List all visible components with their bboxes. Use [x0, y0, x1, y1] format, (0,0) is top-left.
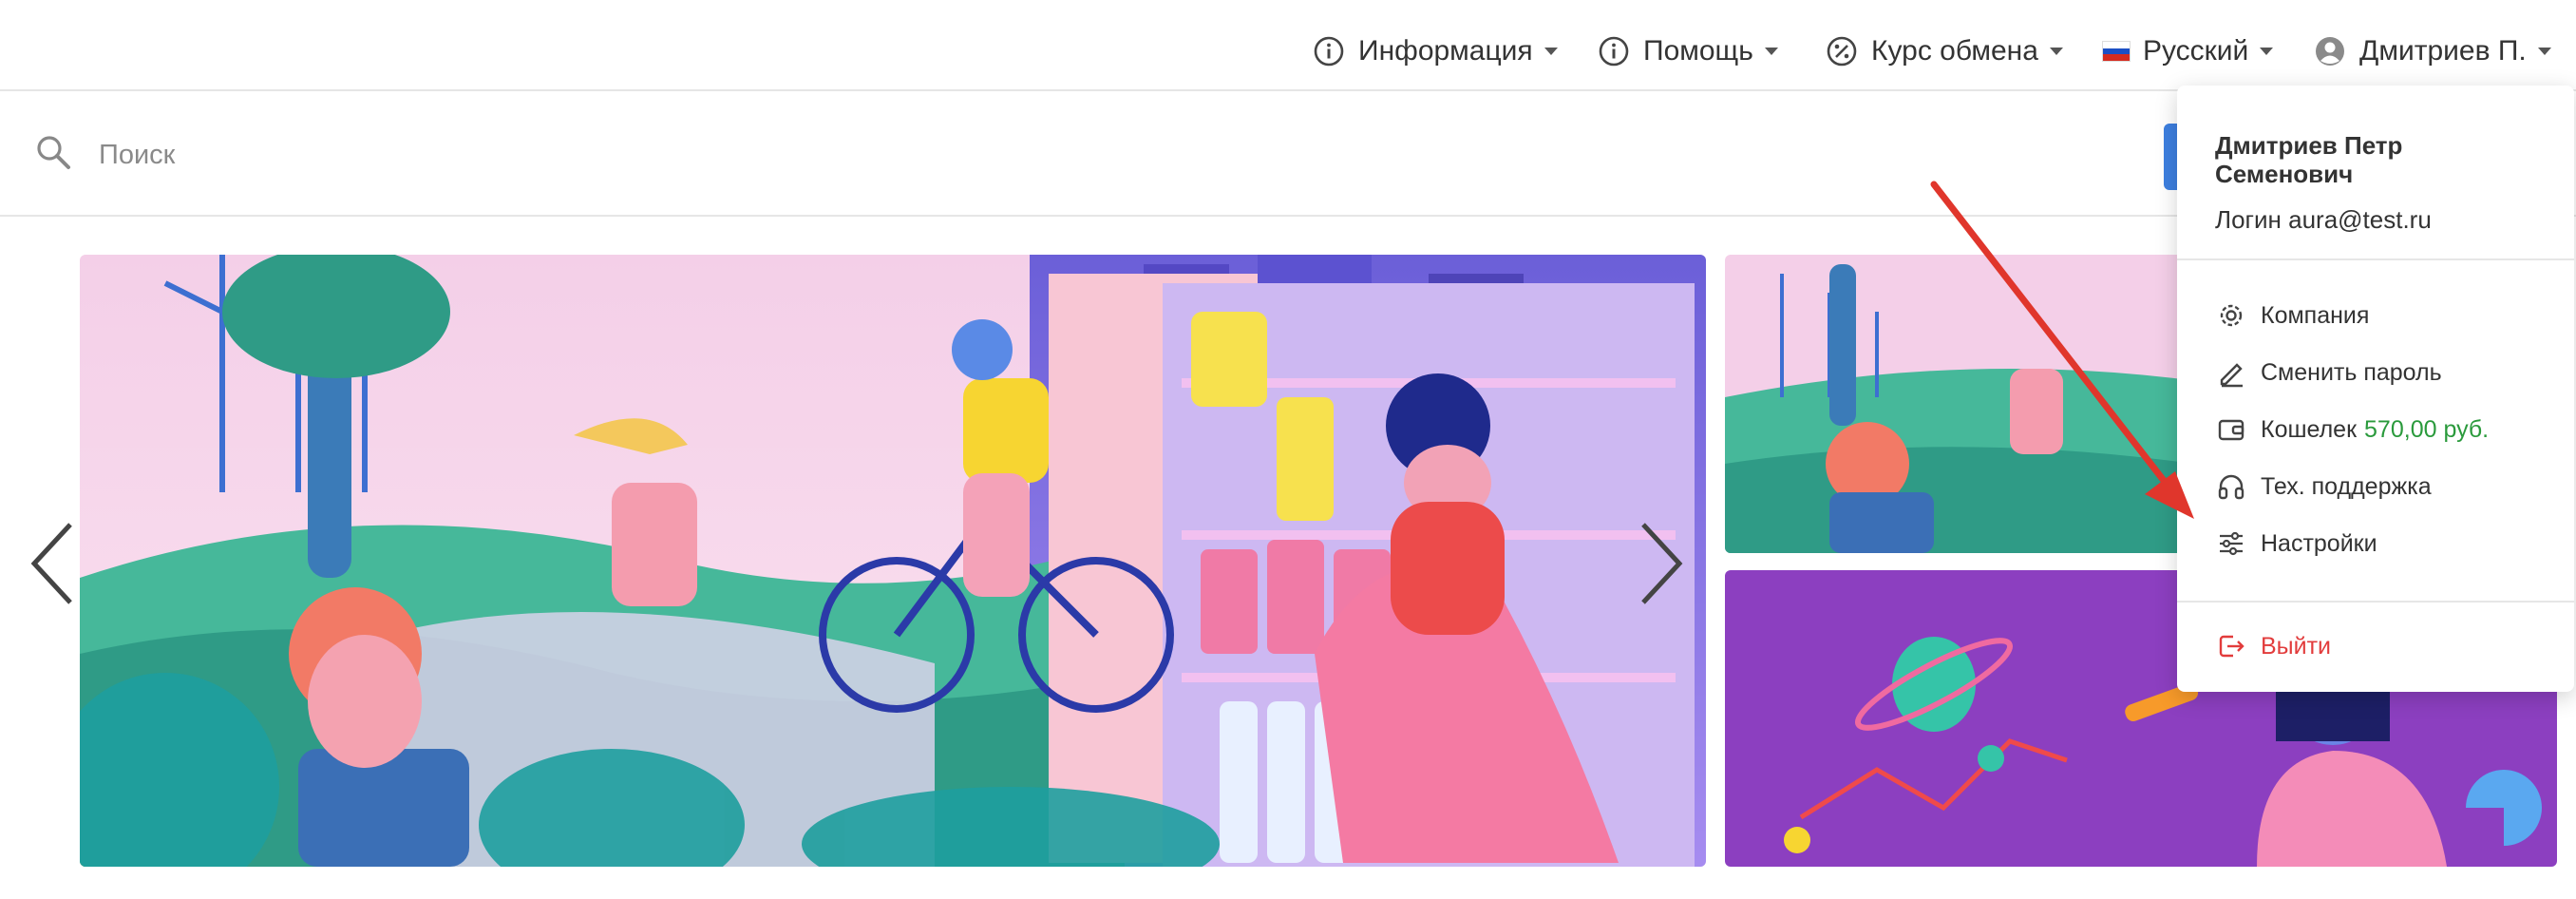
chevron-down-icon — [2260, 48, 2274, 55]
nav-exchange-menu[interactable]: Курс обмена — [1826, 29, 2063, 74]
menu-item-support[interactable]: Тех. поддержка — [2215, 464, 2432, 509]
nav-info-menu[interactable]: Информация — [1313, 29, 1558, 74]
user-full-name: Дмитриев Петр Семенович — [2215, 131, 2403, 188]
nav-language-label: Русский — [2143, 35, 2249, 67]
chevron-down-icon — [2537, 48, 2551, 55]
sliders-icon — [2215, 527, 2247, 560]
percent-circle-icon — [1826, 35, 1858, 67]
russian-flag-icon — [2103, 42, 2130, 62]
menu-item-settings[interactable]: Настройки — [2215, 521, 2377, 566]
wallet-icon — [2215, 413, 2247, 446]
nav-help-menu[interactable]: Помощь — [1598, 29, 1778, 74]
menu-item-logout[interactable]: Выйти — [2215, 623, 2331, 669]
nav-exchange-label: Курс обмена — [1871, 35, 2038, 67]
nav-help-label: Помощь — [1643, 35, 1753, 67]
pencil-icon — [2215, 356, 2247, 389]
menu-item-change-password[interactable]: Сменить пароль — [2215, 350, 2442, 395]
user-dropdown-menu: Дмитриев Петр Семенович Логин aura@test.… — [2177, 86, 2574, 692]
menu-divider — [2177, 258, 2574, 260]
menu-item-change-password-label: Сменить пароль — [2261, 358, 2442, 386]
user-circle-icon — [2314, 35, 2346, 67]
nav-language-menu[interactable]: Русский — [2103, 29, 2274, 74]
carousel-prev-arrow[interactable] — [27, 521, 78, 611]
carousel-next-arrow[interactable] — [1636, 521, 1687, 611]
menu-item-wallet-label: Кошелек — [2261, 415, 2358, 443]
menu-item-wallet[interactable]: Кошелек 570,00 руб. — [2215, 407, 2489, 452]
menu-item-settings-label: Настройки — [2261, 529, 2377, 557]
chevron-down-icon — [2049, 48, 2063, 55]
search-icon — [34, 133, 72, 176]
menu-item-support-label: Тех. поддержка — [2261, 472, 2432, 500]
menu-item-company[interactable]: Компания — [2215, 293, 2369, 338]
main-banner-image[interactable] — [80, 255, 1706, 867]
logout-icon — [2215, 630, 2247, 662]
menu-item-logout-label: Выйти — [2261, 632, 2332, 660]
nav-info-label: Информация — [1358, 35, 1533, 67]
menu-item-company-label: Компания — [2261, 301, 2370, 329]
gear-icon — [2215, 299, 2247, 332]
user-login: Логин aura@test.ru — [2215, 205, 2432, 234]
nav-user-label: Дмитриев П. — [2359, 35, 2527, 67]
chevron-down-icon — [1544, 48, 1558, 55]
headphones-icon — [2215, 470, 2247, 503]
chevron-down-icon — [1764, 48, 1778, 55]
top-navigation: Информация Помощь Курс обмена Русский Дм… — [0, 0, 2576, 91]
menu-divider — [2177, 601, 2574, 603]
info-circle-icon — [1313, 35, 1345, 67]
nav-user-menu[interactable]: Дмитриев П. — [2314, 29, 2551, 74]
wallet-balance: 570,00 руб. — [2364, 415, 2490, 443]
info-circle-icon — [1598, 35, 1630, 67]
search-input[interactable] — [97, 125, 2095, 184]
